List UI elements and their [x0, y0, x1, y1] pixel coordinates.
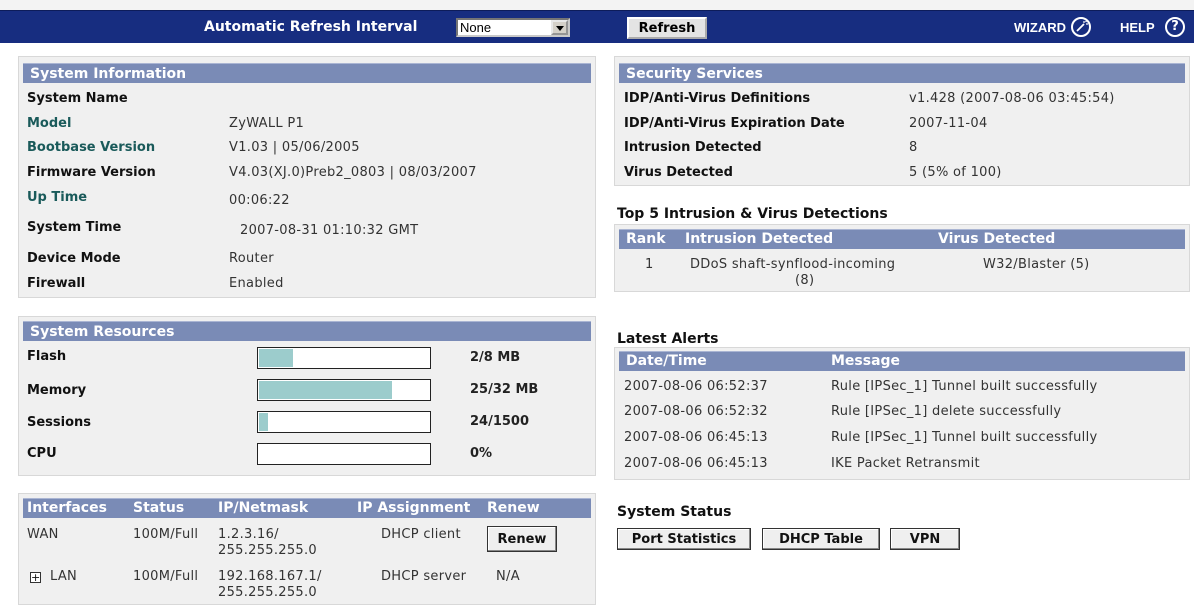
refresh-interval-label: Automatic Refresh Interval — [204, 19, 418, 35]
lan-status: 100M/Full — [133, 569, 199, 584]
device-mode-label: Device Mode — [27, 251, 121, 266]
cpu-value: 0% — [470, 446, 493, 461]
alert-time-2: 2007-08-06 06:52:32 — [624, 404, 768, 419]
chevron-down-icon[interactable] — [551, 20, 568, 35]
system-status-title: System Status — [617, 504, 732, 520]
sessions-usage-fill — [259, 413, 268, 431]
up-time-value: 00:06:22 — [229, 193, 290, 208]
cpu-label: CPU — [27, 446, 57, 461]
wan-assignment: DHCP client — [381, 527, 461, 542]
alerts-col-datetime: Date/Time — [626, 353, 707, 369]
interfaces-col-ip-assignment: IP Assignment — [357, 500, 471, 516]
top5-intrusion-1-count: (8) — [795, 273, 815, 288]
flash-usage-bar — [257, 347, 431, 369]
lan-netmask: 255.255.255.0 — [218, 585, 318, 600]
interfaces-col-interfaces: Interfaces — [27, 500, 107, 516]
sessions-label: Sessions — [27, 415, 92, 430]
system-name-label: System Name — [27, 91, 128, 106]
system-time-label: System Time — [27, 220, 122, 235]
refresh-button[interactable]: Refresh — [627, 17, 707, 39]
wan-ip: 1.2.3.16/ — [218, 527, 279, 542]
wan-status: 100M/Full — [133, 527, 199, 542]
lan-assignment: DHCP server — [381, 569, 467, 584]
firmware-version-value: V4.03(XJ.0)Preb2_0803 | 08/03/2007 — [229, 165, 477, 180]
security-services-header: Security Services — [619, 63, 1185, 83]
system-resources-header: System Resources — [23, 321, 591, 341]
help-link[interactable]: HELP — [1120, 20, 1155, 35]
alert-message-2: Rule [IPSec_1] delete successfully — [831, 404, 1062, 419]
idp-definitions-label: IDP/Anti-Virus Definitions — [624, 91, 811, 106]
top-strip — [0, 0, 1194, 10]
top5-col-virus: Virus Detected — [938, 231, 1056, 247]
firewall-label: Firewall — [27, 276, 86, 291]
flash-value: 2/8 MB — [470, 350, 521, 365]
intrusion-detected-value: 8 — [909, 140, 918, 155]
vpn-button[interactable]: VPN — [890, 528, 960, 550]
virus-detected-value: 5 (5% of 100) — [909, 165, 1002, 180]
top5-col-rank: Rank — [626, 231, 666, 247]
idp-expiration-label: IDP/Anti-Virus Expiration Date — [624, 116, 845, 131]
flash-label: Flash — [27, 349, 67, 364]
port-statistics-button[interactable]: Port Statistics — [617, 528, 751, 550]
memory-usage-bar — [257, 379, 431, 401]
alerts-col-message: Message — [831, 353, 901, 369]
latest-alerts-title: Latest Alerts — [617, 331, 719, 347]
bootbase-version-value: V1.03 | 05/06/2005 — [229, 140, 360, 155]
refresh-interval-select[interactable]: None — [456, 18, 570, 37]
alert-time-4: 2007-08-06 06:45:13 — [624, 456, 768, 471]
alert-time-3: 2007-08-06 06:45:13 — [624, 430, 768, 445]
lan-renew-value: N/A — [496, 569, 520, 584]
top5-intrusion-1: DDoS shaft-synflood-incoming — [690, 257, 896, 272]
bootbase-version-label: Bootbase Version — [27, 140, 156, 155]
sessions-value: 24/1500 — [470, 414, 530, 429]
flash-usage-fill — [259, 349, 293, 367]
top5-virus-1: W32/Blaster (5) — [983, 257, 1090, 272]
alert-time-1: 2007-08-06 06:52:37 — [624, 379, 768, 394]
memory-label: Memory — [27, 383, 87, 398]
intrusion-detected-label: Intrusion Detected — [624, 140, 762, 155]
alert-message-3: Rule [IPSec_1] Tunnel built successfully — [831, 430, 1098, 445]
lan-interface-name: LAN — [50, 569, 78, 584]
lan-ip: 192.168.167.1/ — [218, 569, 322, 584]
top5-rank-1: 1 — [645, 257, 654, 272]
alert-message-4: IKE Packet Retransmit — [831, 456, 980, 471]
firmware-version-label: Firmware Version — [27, 165, 156, 180]
cpu-usage-bar — [257, 443, 431, 465]
sessions-usage-bar — [257, 411, 431, 433]
top5-title: Top 5 Intrusion & Virus Detections — [617, 206, 888, 222]
wizard-wand-icon — [1076, 20, 1088, 32]
up-time-label: Up Time — [27, 190, 88, 205]
model-value: ZyWALL P1 — [229, 116, 305, 131]
wan-interface-name: WAN — [27, 527, 59, 542]
system-information-header: System Information — [23, 63, 591, 83]
alert-message-1: Rule [IPSec_1] Tunnel built successfully — [831, 379, 1098, 394]
interfaces-col-renew: Renew — [487, 500, 540, 516]
interfaces-col-ip-netmask: IP/Netmask — [218, 500, 309, 516]
virus-detected-label: Virus Detected — [624, 165, 733, 180]
idp-expiration-value: 2007-11-04 — [909, 116, 988, 131]
expand-plus-icon[interactable]: + — [30, 572, 41, 583]
wizard-link[interactable]: WIZARD — [1014, 20, 1066, 35]
wan-netmask: 255.255.255.0 — [218, 543, 318, 558]
interfaces-col-status: Status — [133, 500, 185, 516]
help-icon[interactable]: ? — [1165, 17, 1185, 37]
memory-value: 25/32 MB — [470, 382, 539, 397]
refresh-interval-value: None — [460, 20, 492, 35]
wan-renew-button[interactable]: Renew — [487, 526, 557, 552]
idp-definitions-value: v1.428 (2007-08-06 03:45:54) — [909, 91, 1115, 106]
memory-usage-fill — [259, 381, 392, 399]
top-toolbar: Automatic Refresh Interval None Refresh … — [0, 10, 1194, 43]
wizard-icon[interactable] — [1071, 17, 1091, 37]
firewall-value: Enabled — [229, 276, 284, 291]
device-mode-value: Router — [229, 251, 274, 266]
model-label: Model — [27, 116, 72, 131]
system-time-value: 2007-08-31 01:10:32 GMT — [240, 223, 419, 238]
top5-col-intrusion: Intrusion Detected — [685, 231, 834, 247]
dhcp-table-button[interactable]: DHCP Table — [762, 528, 880, 550]
